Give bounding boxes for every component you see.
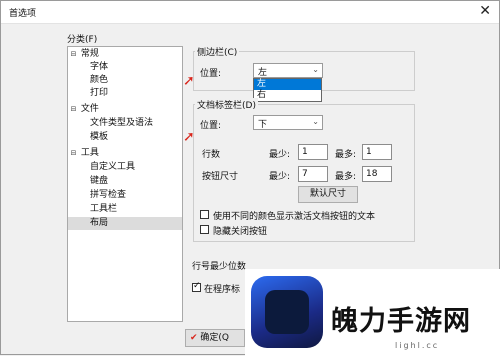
button-size-label: 按钮尺寸 (202, 172, 239, 182)
tabbar-group-title: 文档标签栏(D) (195, 98, 258, 111)
tree-item-label: 工具 (80, 148, 99, 158)
window-title: 首选项 (9, 9, 37, 19)
annotation-arrow-icon: ➚ (183, 73, 195, 89)
hide-close-checkbox[interactable] (200, 225, 209, 234)
program-checkbox-label: 在程序标 (204, 285, 241, 295)
sidebar-position-label: 位置: (200, 69, 222, 79)
watermark-name: 魄力手游网 (331, 306, 471, 337)
tree-item-layout[interactable]: 布局 (68, 217, 182, 230)
category-label: 分类(F) (67, 35, 98, 45)
dropdown-option-right[interactable]: 右 (254, 90, 321, 101)
tree-item-file[interactable]: ⊟ 文件 (69, 103, 99, 116)
tree-item-templates[interactable]: 模板 (90, 131, 108, 144)
select-value: 下 (258, 120, 268, 130)
colors-checkbox[interactable] (200, 210, 209, 219)
rows-label: 行数 (202, 150, 221, 160)
sidebar-group-title: 侧边栏(C) (195, 45, 240, 58)
preferences-dialog: 首选项 ✕ 分类(F) ⊟ 常规 字体 颜色 打印 ⊟ 文件 文件类型及语法 模… (0, 0, 500, 356)
rows-max-label: 最多: (335, 150, 357, 160)
checkmark-icon: ✔ (190, 333, 198, 343)
category-tree[interactable]: ⊟ 常规 字体 颜色 打印 ⊟ 文件 文件类型及语法 模板 ⊟ 工具 自定义工具… (67, 46, 183, 322)
sidebar-position-dropdown[interactable]: 左 右 (253, 78, 322, 102)
program-checkbox[interactable] (192, 281, 201, 292)
btn-min-label: 最少: (269, 172, 291, 182)
collapse-icon[interactable]: ⊟ (69, 48, 78, 61)
chevron-down-icon: ⌄ (312, 65, 319, 74)
tree-item-filetypes[interactable]: 文件类型及语法 (90, 117, 153, 130)
hide-close-checkbox-label: 隐藏关闭按钮 (213, 227, 268, 237)
chevron-down-icon: ⌄ (312, 117, 319, 126)
title-bar: 首选项 ✕ (1, 1, 499, 24)
tree-item-color[interactable]: 颜色 (90, 74, 108, 87)
dropdown-option-left[interactable]: 左 (254, 79, 321, 90)
default-size-button[interactable]: 默认尺寸 (298, 186, 358, 203)
tree-item-tools[interactable]: ⊟ 工具 (69, 147, 99, 160)
tree-item-font[interactable]: 字体 (90, 61, 108, 74)
close-icon[interactable]: ✕ (479, 3, 491, 19)
tree-item-label: 文件 (80, 104, 99, 114)
btn-max-label: 最多: (335, 172, 357, 182)
rows-max-input[interactable]: 1 (362, 144, 392, 160)
collapse-icon[interactable]: ⊟ (69, 147, 78, 160)
annotation-arrow-icon: ➚ (183, 129, 195, 145)
collapse-icon[interactable]: ⊟ (69, 103, 78, 116)
watermark-logo: 魄力手游网 lighl.cc (245, 269, 500, 356)
sidebar-position-select[interactable]: 左 ⌄ (253, 63, 323, 78)
btn-max-input[interactable]: 18 (362, 166, 392, 182)
tree-item-custom-tools[interactable]: 自定义工具 (90, 161, 135, 174)
tree-item-label: 常规 (80, 49, 99, 59)
tabbar-position-label: 位置: (200, 121, 222, 131)
tree-item-print[interactable]: 打印 (90, 87, 108, 100)
tree-item-keyboard[interactable]: 键盘 (90, 175, 108, 188)
app-logo-icon (251, 276, 323, 348)
watermark-top-glyphs (331, 269, 497, 287)
rows-min-label: 最少: (269, 150, 291, 160)
tree-item-general[interactable]: ⊟ 常规 (69, 48, 99, 61)
select-value: 左 (258, 68, 268, 78)
btn-min-input[interactable]: 7 (298, 166, 328, 182)
tree-item-spellcheck[interactable]: 拼写检查 (90, 189, 126, 202)
watermark-url: lighl.cc (395, 341, 440, 350)
line-number-label: 行号最少位数 (192, 262, 247, 272)
ok-button-label: 确定(Q (200, 333, 230, 343)
ok-button[interactable]: ✔ 确定(Q (185, 329, 245, 347)
rows-min-input[interactable]: 1 (298, 144, 328, 160)
tabbar-position-select[interactable]: 下 ⌄ (253, 115, 323, 130)
colors-checkbox-label: 使用不同的颜色显示激活文档按钮的文本 (213, 212, 376, 222)
tree-item-toolbar[interactable]: 工具栏 (90, 203, 117, 216)
